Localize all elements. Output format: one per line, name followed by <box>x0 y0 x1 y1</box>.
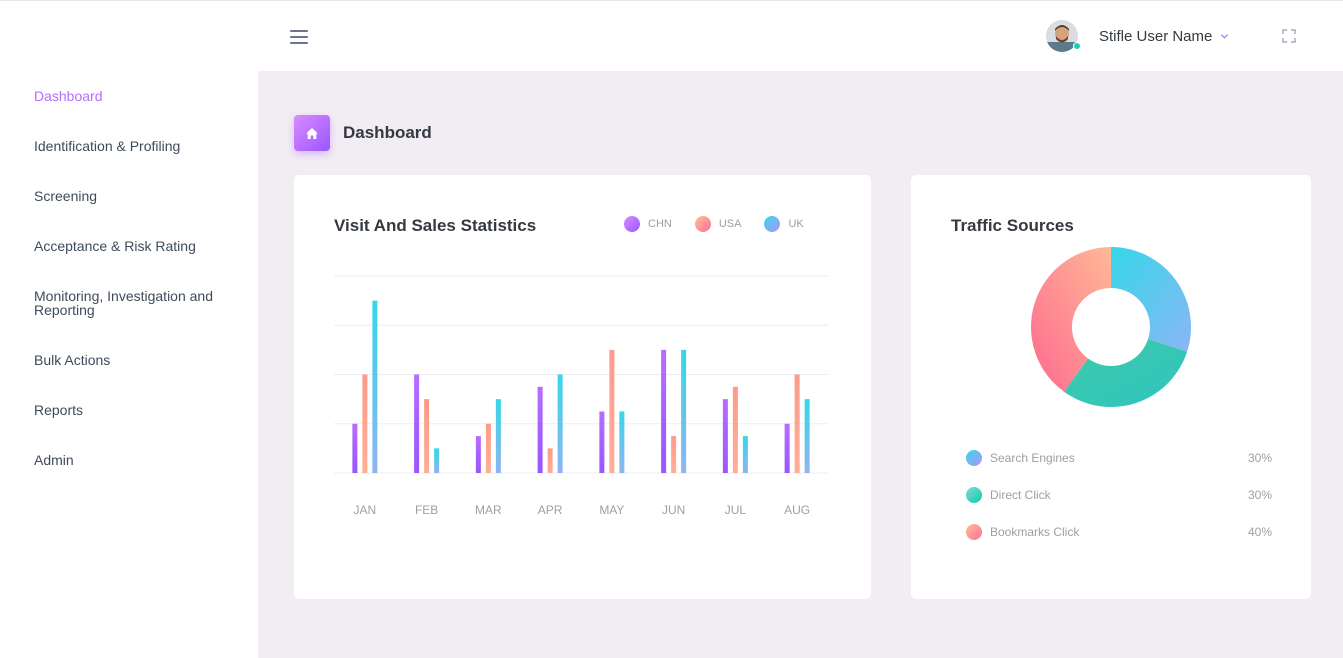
traffic-pct-search-engines: 30% <box>1247 451 1272 465</box>
donut-chart <box>1031 247 1191 407</box>
traffic-row-direct-click: Direct Click 30% <box>966 487 1272 503</box>
x-tick-label: JUN <box>662 503 685 517</box>
sidebar-item-screening[interactable]: Screening <box>34 189 234 203</box>
bar-usa-may <box>609 349 615 473</box>
legend-label-usa: USA <box>718 218 742 230</box>
avatar[interactable] <box>1046 20 1081 52</box>
bar-chart: JAN FEB MAR APR MAY JUN JUL AUG <box>334 275 828 517</box>
sidebar-item-dashboard[interactable]: Dashboard <box>34 89 234 103</box>
bar-uk-aug <box>804 399 810 473</box>
user-name: Stifle User Name <box>1099 27 1213 45</box>
online-status-dot <box>1073 42 1081 50</box>
bar-uk-jul <box>742 436 748 473</box>
sidebar-item-acceptance-risk-rating[interactable]: Acceptance & Risk Rating <box>34 239 234 253</box>
legend-dot-chn <box>624 216 640 232</box>
traffic-label-direct-click: Direct Click <box>990 488 1051 502</box>
bar-chn-feb <box>414 374 420 473</box>
x-tick-label: FEB <box>415 503 438 517</box>
sidebar-item-identification-profiling[interactable]: Identification & Profiling <box>34 139 234 153</box>
bar-chn-apr <box>537 386 543 473</box>
search-engines-dot <box>966 450 982 466</box>
bar-chn-jan <box>352 423 358 473</box>
bar-usa-jan <box>362 374 368 473</box>
traffic-label-search-engines: Search Engines <box>990 451 1075 465</box>
traffic-pct-bookmarks-click: 40% <box>1247 525 1272 539</box>
bar-uk-may <box>619 411 625 473</box>
legend-dot-uk <box>764 216 781 232</box>
x-tick-label: JAN <box>354 503 377 517</box>
bar-chn-may <box>599 411 605 473</box>
x-tick-label: MAY <box>599 503 624 517</box>
menu-toggle-icon[interactable] <box>290 30 308 44</box>
donut-slice-search-engines <box>1111 247 1191 352</box>
home-icon <box>294 115 330 151</box>
bar-usa-feb <box>424 399 430 473</box>
legend-label-chn: CHN <box>648 218 672 230</box>
bar-usa-mar <box>485 423 491 473</box>
legend-item-chn: CHN <box>624 216 672 232</box>
bar-usa-jun <box>671 436 677 473</box>
chevron-down-icon <box>1221 33 1229 39</box>
bar-chn-jul <box>722 399 728 473</box>
bar-chart-title: Visit And Sales Statistics <box>334 216 537 235</box>
bar-usa-apr <box>547 448 553 473</box>
sidebar-item-admin[interactable]: Admin <box>34 453 234 467</box>
legend-label-uk: UK <box>788 218 804 230</box>
legend-item-uk: UK <box>764 216 804 232</box>
sidebar-item-bulk-actions[interactable]: Bulk Actions <box>34 353 234 367</box>
sidebar: Dashboard Identification & Profiling Scr… <box>0 71 258 658</box>
bar-usa-jul <box>732 386 738 473</box>
bar-chn-jun <box>661 349 667 473</box>
x-tick-label: JUL <box>725 503 747 517</box>
top-navbar: Stifle User Name <box>0 0 1343 71</box>
bookmarks-click-dot <box>966 524 982 540</box>
page-header: Dashboard <box>294 115 432 151</box>
sidebar-item-monitoring-investigation-reporting[interactable]: Monitoring, Investigation and Reporting <box>34 289 234 317</box>
fullscreen-icon[interactable] <box>1282 29 1296 43</box>
page-title: Dashboard <box>343 123 432 142</box>
bar-chn-mar <box>475 436 481 473</box>
traffic-label-bookmarks-click: Bookmarks Click <box>990 525 1080 539</box>
user-dropdown[interactable]: Stifle User Name <box>1046 19 1229 53</box>
sidebar-item-reports[interactable]: Reports <box>34 403 234 417</box>
legend-dot-usa <box>694 216 711 232</box>
bar-chart-legend: CHN USA UK <box>624 216 827 232</box>
x-tick-label: APR <box>538 503 563 517</box>
bar-usa-aug <box>794 374 800 473</box>
bar-uk-feb <box>434 448 440 473</box>
x-tick-label: AUG <box>784 503 810 517</box>
traffic-pct-direct-click: 30% <box>1247 488 1272 502</box>
traffic-row-bookmarks-click: Bookmarks Click 40% <box>966 524 1272 540</box>
bar-chn-aug <box>784 423 790 473</box>
bar-uk-mar <box>495 399 501 473</box>
direct-click-dot <box>966 487 982 503</box>
donut-slice-direct-click <box>1063 339 1188 407</box>
x-tick-label: MAR <box>475 503 502 517</box>
legend-item-usa: USA <box>694 216 742 232</box>
traffic-row-search-engines: Search Engines 30% <box>966 450 1272 466</box>
bar-uk-jan <box>372 300 378 473</box>
donut-chart-title: Traffic Sources <box>951 216 1074 235</box>
bar-uk-jun <box>681 349 687 473</box>
bar-uk-apr <box>557 374 563 473</box>
